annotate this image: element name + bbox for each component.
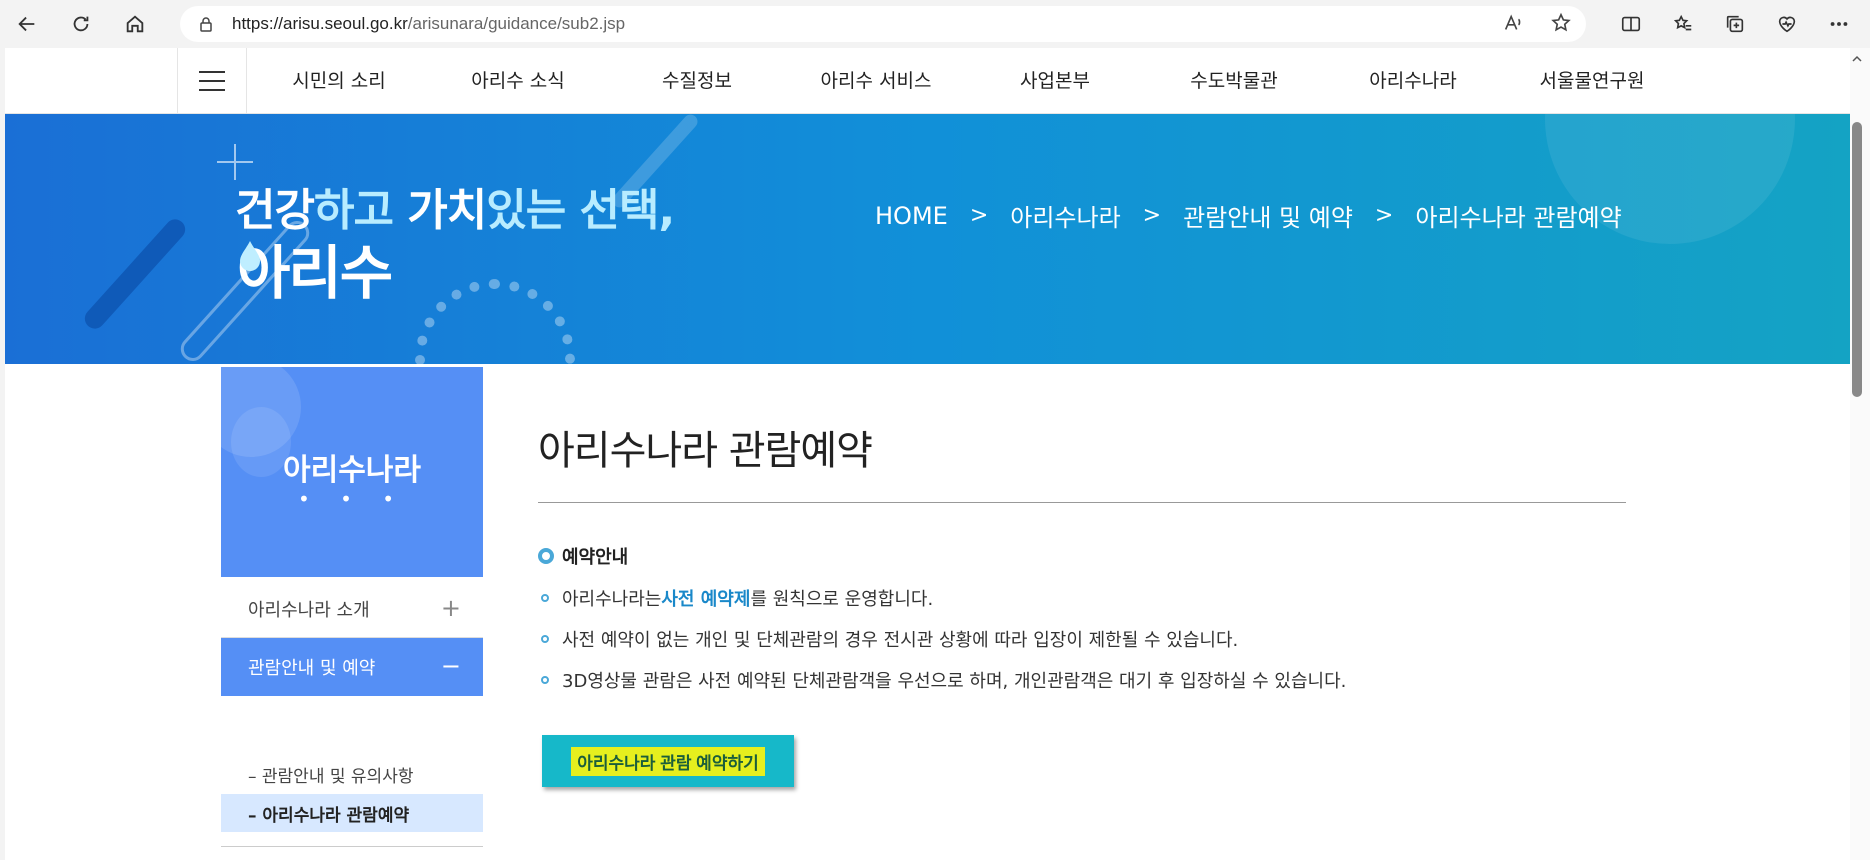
side-menu-item-label: 관람안내 및 예약 bbox=[248, 658, 376, 679]
arrow-left-icon bbox=[18, 16, 35, 32]
side-menu-title: 아리수나라 bbox=[283, 453, 421, 488]
side-menu-header: 아리수나라 • • • bbox=[221, 367, 483, 577]
side-menu-item-label: 아리수나라 소개 bbox=[248, 599, 370, 621]
highlight-text: 사전 예약제 bbox=[661, 589, 751, 610]
section-title-text: 예약안내 bbox=[562, 547, 629, 568]
browser-toolbar: https://arisu.seoul.go.kr/arisunara/guid… bbox=[0, 0, 1870, 48]
scrollbar-thumb[interactable] bbox=[1852, 122, 1862, 397]
title-divider bbox=[538, 502, 1626, 503]
gnb-item-arisunara[interactable]: 아리수나라 bbox=[1323, 48, 1503, 114]
back-button[interactable] bbox=[0, 0, 54, 48]
banner-deco-dots bbox=[415, 279, 575, 364]
breadcrumb: HOME > 아리수나라 > 관람안내 및 예약 > 아리수나라 관람예약 bbox=[875, 198, 1622, 233]
home-icon bbox=[126, 15, 144, 33]
breadcrumb-separator: > bbox=[969, 203, 989, 228]
gnb-item-water-quality[interactable]: 수질정보 bbox=[607, 48, 787, 114]
hamburger-icon bbox=[199, 71, 225, 91]
page-title: 아리수나라 관람예약 bbox=[538, 428, 873, 474]
section-title: 예약안내 bbox=[538, 543, 628, 569]
gnb-item-water-museum[interactable]: 수도박물관 bbox=[1144, 48, 1324, 114]
breadcrumb-current: 아리수나라 관람예약 bbox=[1415, 204, 1622, 232]
breadcrumb-guidance[interactable]: 관람안내 및 예약 bbox=[1183, 198, 1353, 233]
favorite-star-icon[interactable] bbox=[1550, 12, 1572, 34]
refresh-button[interactable] bbox=[54, 0, 108, 48]
guide-item: 사전 예약이 없는 개인 및 단체관람의 경우 전시관 상황에 따라 입장이 제… bbox=[541, 626, 1238, 652]
gnb-item-arisu-service[interactable]: 아리수 서비스 bbox=[786, 48, 966, 114]
banner-deco-stroke bbox=[80, 215, 190, 333]
side-menu-dots: • • • bbox=[297, 487, 407, 511]
hero-banner: 건강하고 가치있는 선택, 아리수 HOME > 아리수나라 > 관람안내 및 … bbox=[5, 114, 1850, 364]
split-screen-icon[interactable] bbox=[1620, 13, 1642, 35]
scroll-up-arrow-icon[interactable] bbox=[1852, 54, 1862, 64]
breadcrumb-home[interactable]: HOME bbox=[875, 202, 948, 230]
side-submenu-notice[interactable]: – 관람안내 및 유의사항 bbox=[221, 755, 483, 793]
reserve-button[interactable]: 아리수나라 관람 예약하기 bbox=[542, 735, 794, 787]
minus-icon: − bbox=[440, 652, 461, 680]
bullet-icon bbox=[541, 635, 549, 643]
home-button[interactable] bbox=[108, 0, 162, 48]
more-menu-icon[interactable] bbox=[1828, 13, 1850, 35]
side-submenu-reservation[interactable]: – 아리수나라 관람예약 bbox=[221, 794, 483, 832]
side-menu-item-guidance[interactable]: 관람안내 및 예약 − bbox=[221, 638, 483, 696]
global-nav: 시민의 소리 아리수 소식 수질정보 아리수 서비스 사업본부 수도박물관 아리… bbox=[5, 48, 1850, 114]
bullet-icon bbox=[541, 676, 549, 684]
gnb-item-water-institute[interactable]: 서울물연구원 bbox=[1502, 48, 1682, 114]
browser-health-icon[interactable] bbox=[1776, 13, 1798, 35]
gnb-item-business[interactable]: 사업본부 bbox=[965, 48, 1145, 114]
breadcrumb-separator: > bbox=[1374, 203, 1394, 228]
guide-item: 3D영상물 관람은 사전 예약된 단체관람객을 우선으로 하며, 개인관람객은 … bbox=[541, 667, 1346, 693]
breadcrumb-arisunara[interactable]: 아리수나라 bbox=[1010, 198, 1120, 233]
reserve-button-label: 아리수나라 관람 예약하기 bbox=[571, 746, 765, 776]
side-menu-item-intro[interactable]: 아리수나라 소개 + bbox=[221, 580, 483, 638]
lock-icon bbox=[200, 17, 212, 32]
read-aloud-icon[interactable] bbox=[1502, 12, 1524, 34]
guide-item: 아리수나라는 사전 예약제 를 원칙으로 운영합니다. bbox=[541, 585, 933, 611]
gnb-item-citizen-voice[interactable]: 시민의 소리 bbox=[249, 48, 429, 114]
refresh-icon bbox=[73, 16, 89, 32]
address-bar[interactable]: https://arisu.seoul.go.kr/arisunara/guid… bbox=[180, 6, 1586, 42]
gnb-item-arisu-news[interactable]: 아리수 소식 bbox=[428, 48, 608, 114]
favorites-icon[interactable] bbox=[1672, 13, 1694, 35]
collections-icon[interactable] bbox=[1724, 13, 1746, 35]
address-url: https://arisu.seoul.go.kr/arisunara/guid… bbox=[232, 14, 626, 33]
plus-icon: + bbox=[440, 594, 461, 622]
side-menu-divider bbox=[221, 846, 483, 847]
water-drop-icon bbox=[240, 241, 260, 271]
bullet-icon bbox=[541, 594, 549, 602]
hamburger-menu-button[interactable] bbox=[177, 48, 247, 114]
ring-bullet-icon bbox=[538, 548, 554, 564]
breadcrumb-separator: > bbox=[1142, 203, 1162, 228]
